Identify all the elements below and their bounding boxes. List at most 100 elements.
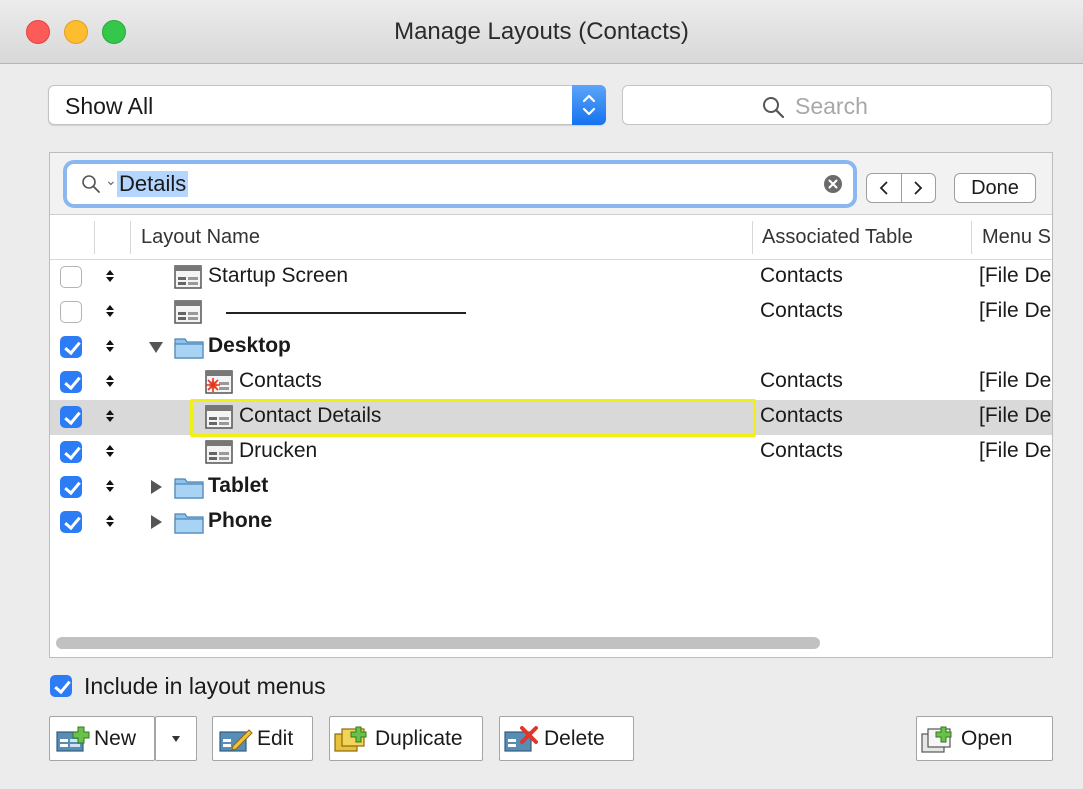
folder-name: Phone xyxy=(208,509,273,532)
open-layout-button[interactable]: Open xyxy=(916,716,1053,761)
table-row[interactable]: Drucken Contacts [File De xyxy=(50,435,1052,470)
delete-button-label: Delete xyxy=(544,727,605,750)
search-icon[interactable] xyxy=(81,174,101,194)
search-input[interactable]: Search xyxy=(622,85,1052,125)
row-checkbox[interactable] xyxy=(60,371,82,393)
layout-icon xyxy=(205,440,233,464)
disclosure-closed-icon[interactable] xyxy=(148,479,164,495)
duplicate-layout-icon xyxy=(334,726,367,752)
reorder-handle-icon[interactable] xyxy=(106,337,114,357)
associated-table: Contacts xyxy=(760,299,843,322)
layout-icon xyxy=(174,300,202,324)
column-divider xyxy=(94,221,95,254)
reorder-handle-icon[interactable] xyxy=(106,302,114,322)
layout-filter-select[interactable]: Show All xyxy=(48,85,606,125)
row-checkbox[interactable] xyxy=(60,441,82,463)
search-match-highlight xyxy=(190,399,756,437)
search-icon xyxy=(763,97,785,119)
layout-filter-value: Show All xyxy=(65,93,154,119)
column-header: Layout Name Associated Table Menu S xyxy=(50,215,1052,260)
column-divider[interactable] xyxy=(971,221,972,254)
new-button-label: New xyxy=(94,727,137,750)
open-layout-icon xyxy=(921,726,952,753)
associated-table: Contacts xyxy=(760,369,843,392)
new-options-menu-button[interactable] xyxy=(155,716,197,761)
layout-name: ——————————— xyxy=(208,299,458,323)
reorder-handle-icon[interactable] xyxy=(106,407,114,427)
new-layout-button[interactable]: New xyxy=(49,716,155,761)
reorder-handle-icon[interactable] xyxy=(106,267,114,287)
associated-table: Contacts xyxy=(760,439,843,462)
menu-set: [File De xyxy=(979,264,1052,287)
row-checkbox[interactable] xyxy=(60,336,82,358)
include-in-menus-label: Include in layout menus xyxy=(84,673,326,699)
folder-name: Desktop xyxy=(208,334,291,357)
layout-name: Drucken xyxy=(239,439,318,462)
row-checkbox[interactable] xyxy=(60,301,82,323)
table-row[interactable]: Desktop xyxy=(50,330,1052,365)
reorder-handle-icon[interactable] xyxy=(106,512,114,532)
find-nav-buttons xyxy=(866,173,936,203)
column-associated-table[interactable]: Associated Table xyxy=(762,226,913,249)
column-menu-set[interactable]: Menu S xyxy=(982,226,1052,249)
edit-layout-icon xyxy=(219,729,253,752)
search-placeholder: Search xyxy=(795,93,868,119)
layout-list-panel: ⌄ Details Done Layout Name Associated Ta… xyxy=(49,152,1053,658)
reorder-handle-icon[interactable] xyxy=(106,442,114,462)
disclosure-closed-icon[interactable] xyxy=(148,514,164,530)
edit-layout-button[interactable]: Edit xyxy=(212,716,313,761)
previous-match-button[interactable] xyxy=(867,174,901,202)
popup-stepper-icon[interactable] xyxy=(572,85,606,125)
window-title: Manage Layouts (Contacts) xyxy=(394,18,689,45)
row-checkbox[interactable] xyxy=(60,511,82,533)
table-row[interactable]: Contacts Contacts [File De xyxy=(50,365,1052,400)
duplicate-layout-button[interactable]: Duplicate xyxy=(329,716,483,761)
layout-icon xyxy=(174,265,202,289)
menu-set: [File De xyxy=(979,439,1052,462)
menu-set: [File De xyxy=(979,369,1052,392)
folder-icon xyxy=(174,478,204,499)
folder-icon xyxy=(174,338,204,359)
duplicate-button-label: Duplicate xyxy=(375,727,463,750)
layout-name: Startup Screen xyxy=(208,264,349,287)
open-button-label: Open xyxy=(961,727,1013,750)
startup-layout-icon xyxy=(205,370,233,394)
table-row[interactable]: Phone xyxy=(50,505,1052,540)
include-in-menus-checkbox[interactable] xyxy=(50,675,72,697)
find-bar: ⌄ Details Done xyxy=(50,153,1052,215)
done-button[interactable]: Done xyxy=(954,173,1036,203)
chevron-down-icon xyxy=(172,736,180,742)
associated-table: Contacts xyxy=(760,404,843,427)
find-query: Details xyxy=(117,171,189,197)
title-bar: Manage Layouts (Contacts) xyxy=(0,0,1083,64)
new-layout-icon xyxy=(56,726,90,752)
edit-button-label: Edit xyxy=(257,727,294,750)
row-checkbox[interactable] xyxy=(60,476,82,498)
menu-set: [File De xyxy=(979,299,1052,322)
reorder-handle-icon[interactable] xyxy=(106,372,114,392)
reorder-handle-icon[interactable] xyxy=(106,477,114,497)
column-divider xyxy=(130,221,131,254)
column-layout-name[interactable]: Layout Name xyxy=(141,226,260,249)
table-row[interactable]: Tablet xyxy=(50,470,1052,505)
delete-layout-icon xyxy=(504,726,538,752)
chevron-left-icon xyxy=(879,181,888,195)
table-row[interactable]: ——————————— Contacts [File De xyxy=(50,295,1052,330)
folder-icon xyxy=(174,513,204,534)
associated-table: Contacts xyxy=(760,264,843,287)
folder-name: Tablet xyxy=(208,474,269,497)
next-match-button[interactable] xyxy=(900,174,936,202)
row-checkbox[interactable] xyxy=(60,406,82,428)
horizontal-scrollbar[interactable] xyxy=(56,637,820,649)
disclosure-open-icon[interactable] xyxy=(148,339,164,355)
layout-name: Contacts xyxy=(239,369,322,392)
chevron-right-icon xyxy=(914,181,923,195)
row-checkbox[interactable] xyxy=(60,266,82,288)
delete-layout-button[interactable]: Delete xyxy=(499,716,634,761)
chevron-down-icon[interactable]: ⌄ xyxy=(105,172,117,189)
column-divider[interactable] xyxy=(752,221,753,254)
clear-icon[interactable] xyxy=(823,174,843,194)
find-input[interactable]: ⌄ Details xyxy=(66,163,854,205)
table-row[interactable]: Startup Screen Contacts [File De xyxy=(50,260,1052,295)
menu-set: [File De xyxy=(979,404,1052,427)
